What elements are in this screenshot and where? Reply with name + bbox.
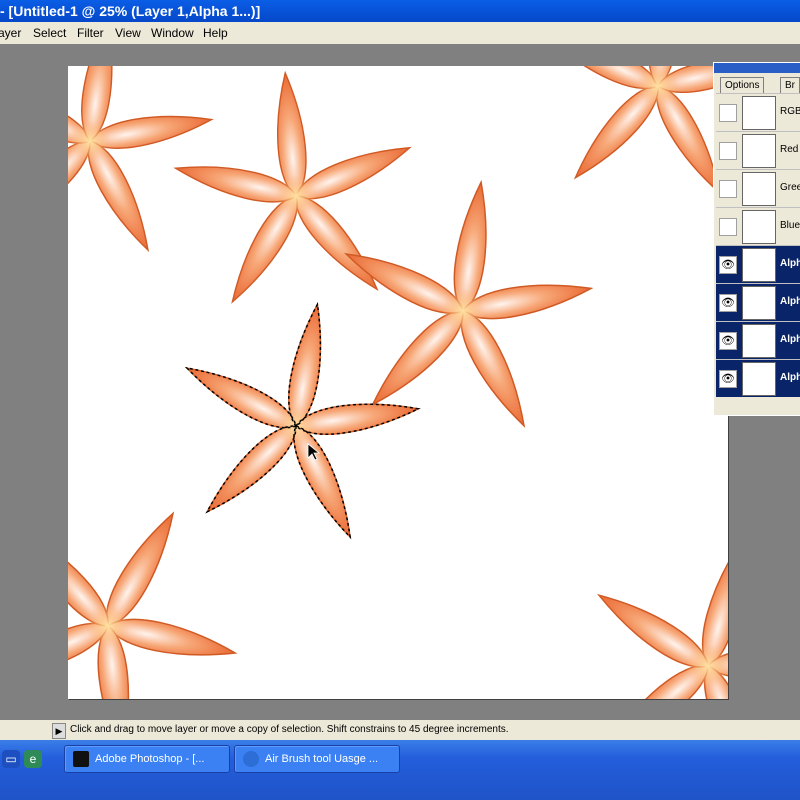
window-title: - [Untitled-1 @ 25% (Layer 1,Alpha 1...)… (0, 3, 261, 19)
channels-panel: Options Br RGB Red Gree Blue 👁 Alph 👁 Al… (713, 62, 800, 416)
panel-title-bar[interactable] (714, 63, 800, 73)
flower-top-right (499, 66, 728, 254)
visibility-toggle[interactable] (719, 142, 737, 160)
quick-launch-desktop-icon[interactable]: ▭ (2, 750, 20, 768)
windows-taskbar: ▭ e Adobe Photoshop - [... Air Brush too… (0, 740, 800, 800)
channel-row-green[interactable]: Gree (716, 169, 800, 207)
channel-label: Blue (780, 220, 800, 231)
quick-launch-ie-icon[interactable]: e (24, 750, 42, 768)
menu-select[interactable]: Select (33, 26, 66, 40)
flower-artwork (68, 66, 728, 699)
task-label: Adobe Photoshop - [... (95, 753, 205, 765)
channel-label: RGB (780, 106, 800, 117)
taskbar-button-photoshop[interactable]: Adobe Photoshop - [... (64, 745, 230, 773)
visibility-toggle[interactable] (719, 218, 737, 236)
channel-row-alpha-3[interactable]: 👁 Alph (716, 321, 800, 359)
channel-label: Alph (780, 258, 800, 269)
channel-label: Gree (780, 182, 800, 193)
channel-label: Red (780, 144, 799, 155)
flower-bottom-left (68, 449, 284, 699)
channel-thumbnail (742, 96, 776, 130)
channel-label: Alph (780, 372, 800, 383)
photoshop-icon (73, 751, 89, 767)
channel-thumbnail (742, 134, 776, 168)
eye-icon[interactable]: 👁 (719, 256, 737, 274)
channel-thumbnail (742, 172, 776, 206)
menu-help[interactable]: Help (203, 26, 228, 40)
title-bar: - [Untitled-1 @ 25% (Layer 1,Alpha 1...)… (0, 0, 800, 22)
channel-thumbnail (742, 210, 776, 244)
channel-label: Alph (780, 296, 800, 307)
flower-center-right (320, 164, 607, 441)
menu-view[interactable]: View (115, 26, 141, 40)
task-label: Air Brush tool Uasge ... (265, 753, 379, 765)
menu-filter[interactable]: Filter (77, 26, 104, 40)
channel-row-alpha-2[interactable]: 👁 Alph (716, 283, 800, 321)
channel-thumbnail (742, 248, 776, 282)
document-canvas[interactable] (68, 66, 728, 699)
taskbar-button-browser[interactable]: Air Brush tool Uasge ... (234, 745, 400, 773)
channel-row-rgb[interactable]: RGB (716, 93, 800, 131)
tab-brushes[interactable]: Br (780, 77, 800, 94)
channel-row-blue[interactable]: Blue (716, 207, 800, 245)
channel-label: Alph (780, 334, 800, 345)
flower-selected (157, 283, 437, 553)
browser-icon (243, 751, 259, 767)
menu-layer[interactable]: ayer (0, 26, 21, 40)
eye-icon[interactable]: 👁 (719, 332, 737, 350)
channel-row-alpha-4[interactable]: 👁 Alph (716, 359, 800, 397)
status-arrow-icon[interactable]: ▶ (52, 723, 66, 739)
eye-icon[interactable]: 👁 (719, 294, 737, 312)
flower-bottom-right (555, 507, 728, 699)
status-message: Click and drag to move layer or move a c… (70, 724, 509, 735)
channel-thumbnail (742, 362, 776, 396)
menu-window[interactable]: Window (151, 26, 194, 40)
tab-options[interactable]: Options (720, 77, 765, 94)
menu-bar: ayer Select Filter View Window Help (0, 22, 800, 44)
channel-thumbnail (742, 324, 776, 358)
channel-thumbnail (742, 286, 776, 320)
visibility-toggle[interactable] (719, 104, 737, 122)
channel-row-red[interactable]: Red (716, 131, 800, 169)
channel-row-alpha-1[interactable]: 👁 Alph (716, 245, 800, 283)
eye-icon[interactable]: 👁 (719, 370, 737, 388)
status-bar: ▶ Click and drag to move layer or move a… (0, 720, 800, 740)
visibility-toggle[interactable] (719, 180, 737, 198)
